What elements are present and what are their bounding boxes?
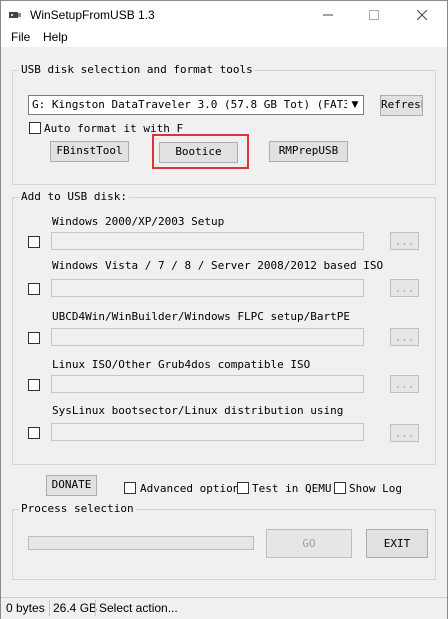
add-group-label: Add to USB disk: — [19, 190, 129, 203]
auto-format-checkbox[interactable] — [29, 122, 41, 134]
status-bar: 0 bytes 26.4 GB Select action... — [1, 597, 447, 619]
item-checkbox-ubcd[interactable] — [28, 332, 40, 344]
item-checkbox-win2000[interactable] — [28, 236, 40, 248]
progress-bar — [28, 536, 254, 550]
test-qemu-checkbox[interactable] — [237, 482, 249, 494]
item-path-field-syslinux[interactable] — [51, 423, 364, 441]
fbinsttool-button[interactable]: FBinstTool — [50, 141, 129, 162]
menu-file[interactable]: File — [11, 30, 30, 44]
donate-button[interactable]: DONATE — [46, 475, 97, 496]
item-path-field-ubcd[interactable] — [51, 328, 364, 346]
item-path-field-vista[interactable] — [51, 279, 364, 297]
status-total: 26.4 GB — [53, 601, 98, 615]
item-label-syslinux: SysLinux bootsector/Linux distribution u… — [52, 404, 344, 417]
advanced-options-checkbox[interactable] — [124, 482, 136, 494]
maximize-button[interactable] — [351, 1, 397, 29]
item-browse-button-vista[interactable]: ... — [390, 279, 419, 297]
process-group-label: Process selection — [19, 502, 136, 515]
show-log-label: Show Log — [349, 482, 402, 495]
item-checkbox-vista[interactable] — [28, 283, 40, 295]
item-checkbox-linux[interactable] — [28, 379, 40, 391]
chevron-down-icon: ▼ — [347, 96, 363, 114]
usb-disk-select[interactable]: G: Kingston DataTraveler 3.0 (57.8 GB To… — [28, 95, 364, 115]
item-path-field-linux[interactable] — [51, 375, 364, 393]
menu-help[interactable]: Help — [43, 30, 68, 44]
minimize-icon — [323, 14, 333, 15]
exit-button[interactable]: EXIT — [366, 529, 428, 558]
status-divider — [95, 600, 96, 616]
item-label-linux: Linux ISO/Other Grub4dos compatible ISO — [52, 358, 311, 371]
bootice-highlight-box — [152, 134, 249, 169]
minimize-button[interactable] — [305, 1, 351, 29]
close-button[interactable] — [399, 1, 445, 29]
usb-icon — [9, 12, 21, 18]
refresh-button[interactable]: Refresh — [380, 95, 423, 116]
usb-disk-selected: G: Kingston DataTraveler 3.0 (57.8 GB To… — [32, 98, 364, 111]
item-label-vista: Windows Vista / 7 / 8 / Server 2008/2012… — [52, 259, 384, 272]
item-browse-button-win2000[interactable]: ... — [390, 232, 419, 250]
show-log-checkbox[interactable] — [334, 482, 346, 494]
status-message: Select action... — [99, 601, 178, 615]
rmprepusb-button[interactable]: RMPrepUSB — [269, 141, 348, 162]
maximize-icon — [369, 9, 379, 20]
title-bar[interactable]: WinSetupFromUSB 1.3 — [1, 1, 447, 29]
go-button[interactable]: GO — [266, 529, 352, 558]
status-divider — [49, 600, 50, 616]
status-size: 0 bytes — [6, 601, 45, 615]
item-browse-button-syslinux[interactable]: ... — [390, 424, 419, 442]
close-icon — [416, 9, 428, 20]
item-path-field-win2000[interactable] — [51, 232, 364, 250]
test-qemu-label: Test in QEMU — [252, 482, 332, 495]
window-title: WinSetupFromUSB 1.3 — [30, 8, 155, 22]
item-browse-button-ubcd[interactable]: ... — [390, 328, 419, 346]
item-checkbox-syslinux[interactable] — [28, 427, 40, 439]
app-window: WinSetupFromUSB 1.3 File Help USB disk s… — [0, 0, 448, 619]
menu-bar: File Help — [1, 29, 447, 47]
item-browse-button-linux[interactable]: ... — [390, 375, 419, 393]
item-label-win2000: Windows 2000/XP/2003 Setup — [52, 215, 225, 228]
advanced-options-label: Advanced options — [140, 482, 246, 495]
usb-group-label: USB disk selection and format tools — [19, 63, 255, 76]
item-label-ubcd: UBCD4Win/WinBuilder/Windows FLPC setup/B… — [52, 310, 351, 323]
